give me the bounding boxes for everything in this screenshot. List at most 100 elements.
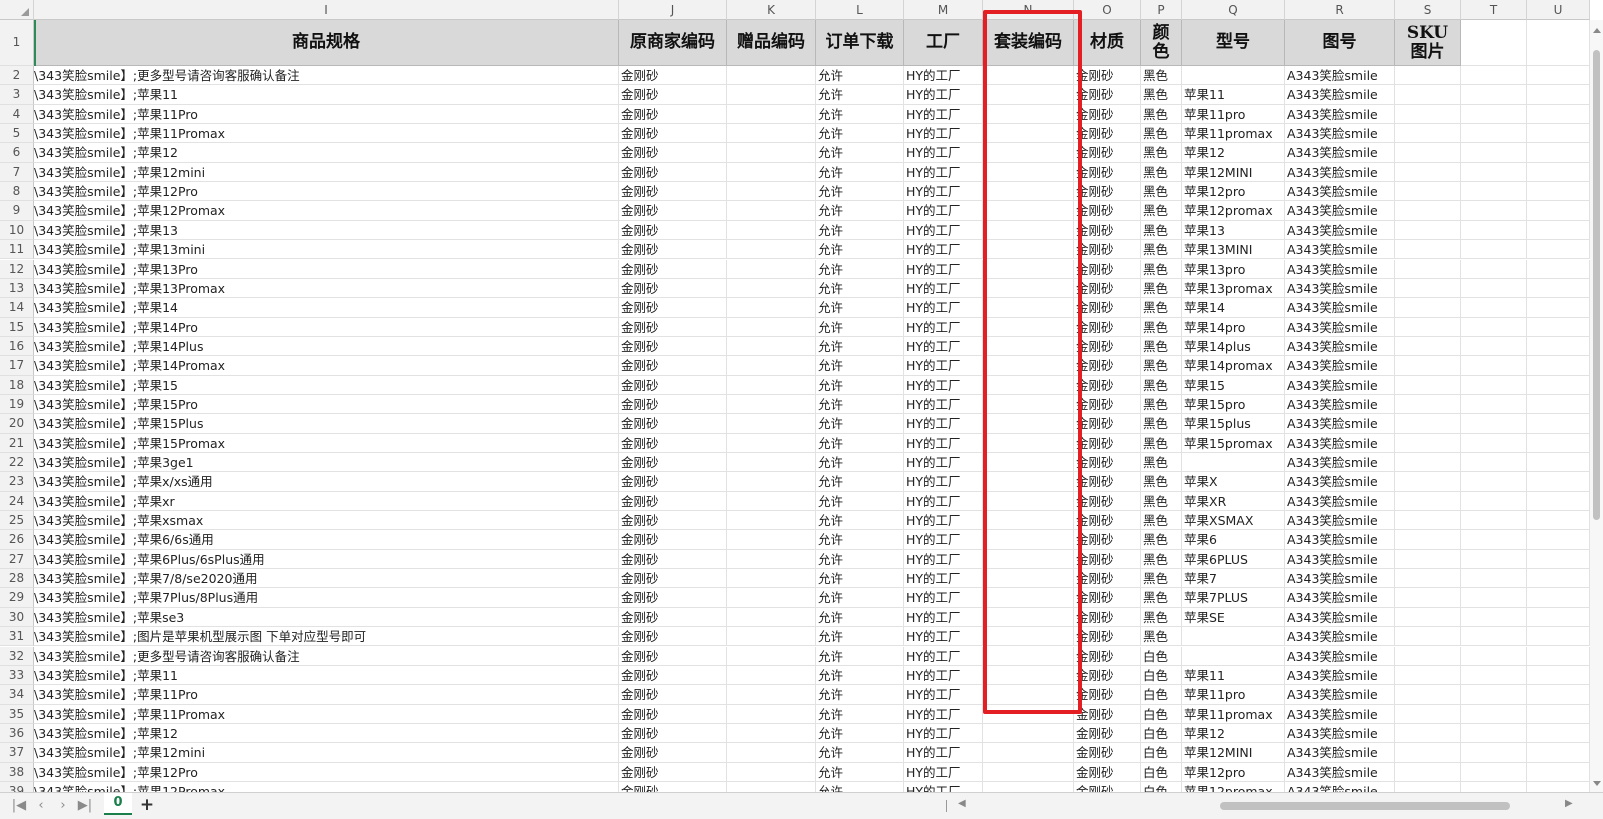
cell-O[interactable]: 金刚砂 xyxy=(1074,781,1141,792)
cell-N[interactable] xyxy=(983,240,1074,260)
cell-P[interactable]: 黑色 xyxy=(1141,259,1182,279)
cell-O[interactable]: 金刚砂 xyxy=(1074,124,1141,144)
cell-L[interactable]: 允许 xyxy=(816,433,904,453)
cell-K[interactable] xyxy=(727,162,816,183)
cell-L[interactable]: 允许 xyxy=(816,162,904,183)
cell-R[interactable]: A343笑脸smile xyxy=(1285,124,1395,144)
cell-R[interactable]: A343笑脸smile xyxy=(1285,143,1395,163)
cell-T[interactable] xyxy=(1461,278,1527,299)
header-cell-U[interactable] xyxy=(1527,20,1590,66)
cell-K[interactable] xyxy=(727,201,816,221)
cell-L[interactable]: 允许 xyxy=(816,491,904,512)
cell-Q[interactable]: 苹果12promax xyxy=(1182,781,1285,792)
cell-O[interactable]: 金刚砂 xyxy=(1074,317,1141,337)
cell-Q[interactable]: 苹果14 xyxy=(1182,298,1285,318)
cell-I[interactable]: \343笑脸smile】;图片是苹果机型展示图 下单对应型号即可 xyxy=(34,627,619,647)
cell-P[interactable]: 黑色 xyxy=(1141,627,1182,647)
cell-Q[interactable]: 苹果15 xyxy=(1182,375,1285,395)
cell-O[interactable]: 金刚砂 xyxy=(1074,627,1141,647)
cell-I[interactable]: \343笑脸smile】;苹果14Pro xyxy=(34,317,619,337)
cell-M[interactable]: HY的工厂 xyxy=(904,704,983,724)
tab-bar-splitter[interactable] xyxy=(946,800,947,812)
cell-R[interactable]: A343笑脸smile xyxy=(1285,549,1395,570)
cell-Q[interactable]: 苹果12pro xyxy=(1182,762,1285,782)
row-number[interactable]: 28 xyxy=(0,569,34,589)
cell-I[interactable]: \343笑脸smile】;苹果12 xyxy=(34,143,619,163)
cell-K[interactable] xyxy=(727,704,816,724)
cell-R[interactable]: A343笑脸smile xyxy=(1285,646,1395,666)
row-number[interactable]: 9 xyxy=(0,201,34,221)
last-sheet-icon[interactable]: ▶| xyxy=(76,798,94,814)
cell-S[interactable] xyxy=(1395,530,1461,550)
cell-K[interactable] xyxy=(727,240,816,260)
row-number[interactable]: 5 xyxy=(0,124,34,144)
cell-K[interactable] xyxy=(727,646,816,666)
cell-S[interactable] xyxy=(1395,143,1461,163)
cell-O[interactable]: 金刚砂 xyxy=(1074,491,1141,512)
cell-M[interactable]: HY的工厂 xyxy=(904,588,983,608)
cell-T[interactable] xyxy=(1461,549,1527,570)
cell-L[interactable]: 允许 xyxy=(816,394,904,415)
cell-S[interactable] xyxy=(1395,298,1461,318)
cell-O[interactable]: 金刚砂 xyxy=(1074,607,1141,628)
cell-S[interactable] xyxy=(1395,569,1461,589)
cell-N[interactable] xyxy=(983,472,1074,492)
cell-K[interactable] xyxy=(727,317,816,337)
cell-P[interactable]: 黑色 xyxy=(1141,453,1182,473)
cell-N[interactable] xyxy=(983,298,1074,318)
row-number[interactable]: 11 xyxy=(0,240,34,260)
cell-M[interactable]: HY的工厂 xyxy=(904,394,983,415)
row-number[interactable]: 31 xyxy=(0,627,34,647)
cell-Q[interactable]: 苹果6 xyxy=(1182,530,1285,550)
cell-O[interactable]: 金刚砂 xyxy=(1074,356,1141,376)
cell-S[interactable] xyxy=(1395,201,1461,221)
row-number[interactable]: 36 xyxy=(0,723,34,744)
cell-L[interactable]: 允许 xyxy=(816,704,904,724)
cell-N[interactable] xyxy=(983,220,1074,241)
cell-I[interactable]: \343笑脸smile】;苹果xsmax xyxy=(34,511,619,531)
vertical-scrollbar[interactable] xyxy=(1590,20,1603,792)
cell-Q[interactable] xyxy=(1182,453,1285,473)
cell-N[interactable] xyxy=(983,491,1074,512)
header-cell-L[interactable]: 订单下载 xyxy=(816,20,904,66)
cell-S[interactable] xyxy=(1395,627,1461,647)
cell-N[interactable] xyxy=(983,66,1074,86)
cell-P[interactable]: 黑色 xyxy=(1141,317,1182,337)
cell-N[interactable] xyxy=(983,569,1074,589)
cell-Q[interactable]: 苹果12MINI xyxy=(1182,162,1285,183)
row-number[interactable]: 30 xyxy=(0,607,34,628)
cell-M[interactable]: HY的工厂 xyxy=(904,375,983,395)
cell-K[interactable] xyxy=(727,743,816,763)
cell-Q[interactable]: 苹果13 xyxy=(1182,220,1285,241)
cell-T[interactable] xyxy=(1461,607,1527,628)
cell-R[interactable]: A343笑脸smile xyxy=(1285,607,1395,628)
cell-R[interactable]: A343笑脸smile xyxy=(1285,685,1395,705)
cell-Q[interactable] xyxy=(1182,627,1285,647)
cell-O[interactable]: 金刚砂 xyxy=(1074,762,1141,782)
column-header-N[interactable]: N xyxy=(983,0,1074,20)
row-number[interactable]: 33 xyxy=(0,665,34,686)
cell-J[interactable]: 金刚砂 xyxy=(619,124,727,144)
cell-M[interactable]: HY的工厂 xyxy=(904,336,983,357)
cell-L[interactable]: 允许 xyxy=(816,66,904,86)
cell-M[interactable]: HY的工厂 xyxy=(904,66,983,86)
row-number[interactable]: 32 xyxy=(0,646,34,666)
cell-T[interactable] xyxy=(1461,124,1527,144)
cell-K[interactable] xyxy=(727,588,816,608)
cell-L[interactable]: 允许 xyxy=(816,85,904,105)
row-number[interactable]: 17 xyxy=(0,356,34,376)
cell-R[interactable]: A343笑脸smile xyxy=(1285,298,1395,318)
cell-Q[interactable] xyxy=(1182,66,1285,86)
cell-K[interactable] xyxy=(727,491,816,512)
cell-R[interactable]: A343笑脸smile xyxy=(1285,317,1395,337)
cell-I[interactable]: \343笑脸smile】;苹果6Plus/6sPlus通用 xyxy=(34,549,619,570)
cell-I[interactable]: \343笑脸smile】;苹果11 xyxy=(34,665,619,686)
cell-Q[interactable]: 苹果12MINI xyxy=(1182,743,1285,763)
cell-S[interactable] xyxy=(1395,453,1461,473)
cell-J[interactable]: 金刚砂 xyxy=(619,511,727,531)
cell-M[interactable]: HY的工厂 xyxy=(904,569,983,589)
cell-R[interactable]: A343笑脸smile xyxy=(1285,530,1395,550)
cell-J[interactable]: 金刚砂 xyxy=(619,162,727,183)
cell-J[interactable]: 金刚砂 xyxy=(619,569,727,589)
cell-L[interactable]: 允许 xyxy=(816,781,904,792)
